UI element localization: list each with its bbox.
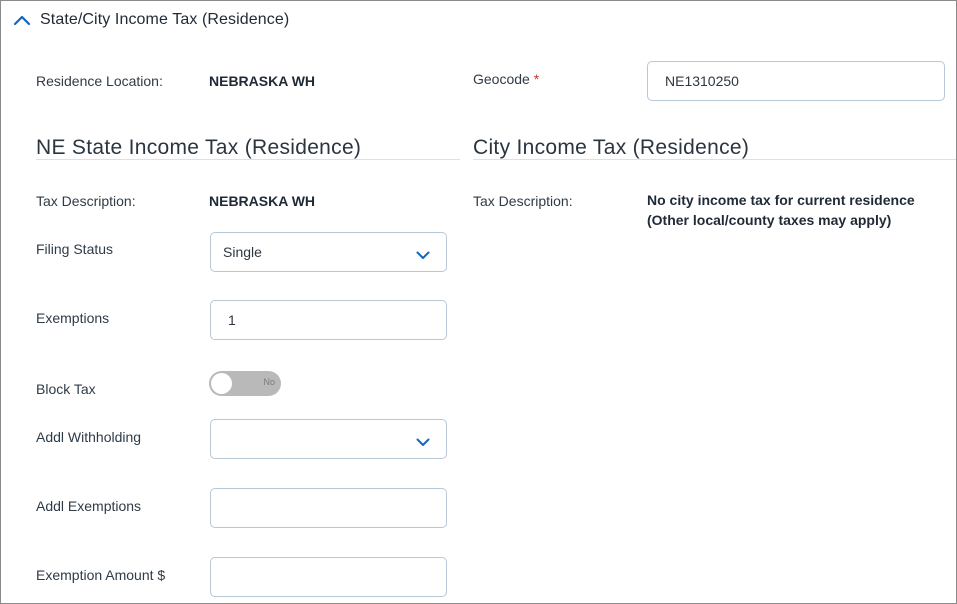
section-collapse-toggle[interactable]: State/City Income Tax (Residence) bbox=[13, 7, 289, 33]
chevron-down-icon bbox=[416, 247, 430, 263]
required-mark: * bbox=[533, 71, 540, 87]
residence-location-value: NEBRASKA WH bbox=[209, 73, 316, 89]
block-tax-toggle[interactable]: No bbox=[209, 371, 281, 396]
geocode-field[interactable] bbox=[647, 61, 945, 101]
toggle-knob bbox=[211, 373, 232, 394]
chevron-down-icon bbox=[416, 434, 430, 450]
filing-status-select[interactable]: Single bbox=[210, 232, 447, 272]
section-title: State/City Income Tax (Residence) bbox=[40, 11, 290, 28]
exemptions-label: Exemptions bbox=[36, 310, 110, 326]
addl-withholding-select[interactable] bbox=[210, 419, 447, 459]
income-tax-panel: State/City Income Tax (Residence) Reside… bbox=[0, 0, 957, 604]
exemption-amount-input[interactable] bbox=[228, 569, 434, 585]
exemptions-input[interactable] bbox=[228, 312, 434, 328]
addl-withholding-label: Addl Withholding bbox=[36, 429, 142, 445]
filing-status-label: Filing Status bbox=[36, 241, 114, 257]
city-tax-description-value: No city income tax for current residence… bbox=[647, 190, 915, 230]
addl-exemptions-field[interactable] bbox=[210, 488, 447, 528]
state-tax-description-label: Tax Description: bbox=[36, 193, 136, 209]
state-heading-divider bbox=[36, 159, 460, 160]
city-tax-heading: City Income Tax (Residence) bbox=[473, 136, 750, 159]
exemption-amount-label: Exemption Amount $ bbox=[36, 567, 166, 583]
geocode-label-text: Geocode bbox=[473, 71, 530, 87]
geocode-label: Geocode * bbox=[473, 71, 539, 87]
residence-location-label: Residence Location: bbox=[36, 73, 163, 89]
city-tax-description-label: Tax Description: bbox=[473, 193, 573, 209]
toggle-state-text: No bbox=[263, 377, 275, 387]
exemption-amount-field[interactable] bbox=[210, 557, 447, 597]
addl-exemptions-input[interactable] bbox=[228, 500, 434, 516]
city-tax-description-line2: (Other local/county taxes may apply) bbox=[647, 212, 892, 228]
city-tax-description-line1: No city income tax for current residence bbox=[647, 192, 915, 208]
block-tax-label: Block Tax bbox=[36, 381, 96, 397]
geocode-input[interactable] bbox=[665, 73, 932, 89]
state-tax-heading: NE State Income Tax (Residence) bbox=[36, 136, 362, 159]
filing-status-value: Single bbox=[223, 244, 262, 260]
state-tax-description-value: NEBRASKA WH bbox=[209, 193, 316, 209]
addl-exemptions-label: Addl Exemptions bbox=[36, 498, 142, 514]
exemptions-field[interactable] bbox=[210, 300, 447, 340]
chevron-up-icon bbox=[13, 14, 31, 26]
city-heading-divider bbox=[473, 159, 956, 160]
